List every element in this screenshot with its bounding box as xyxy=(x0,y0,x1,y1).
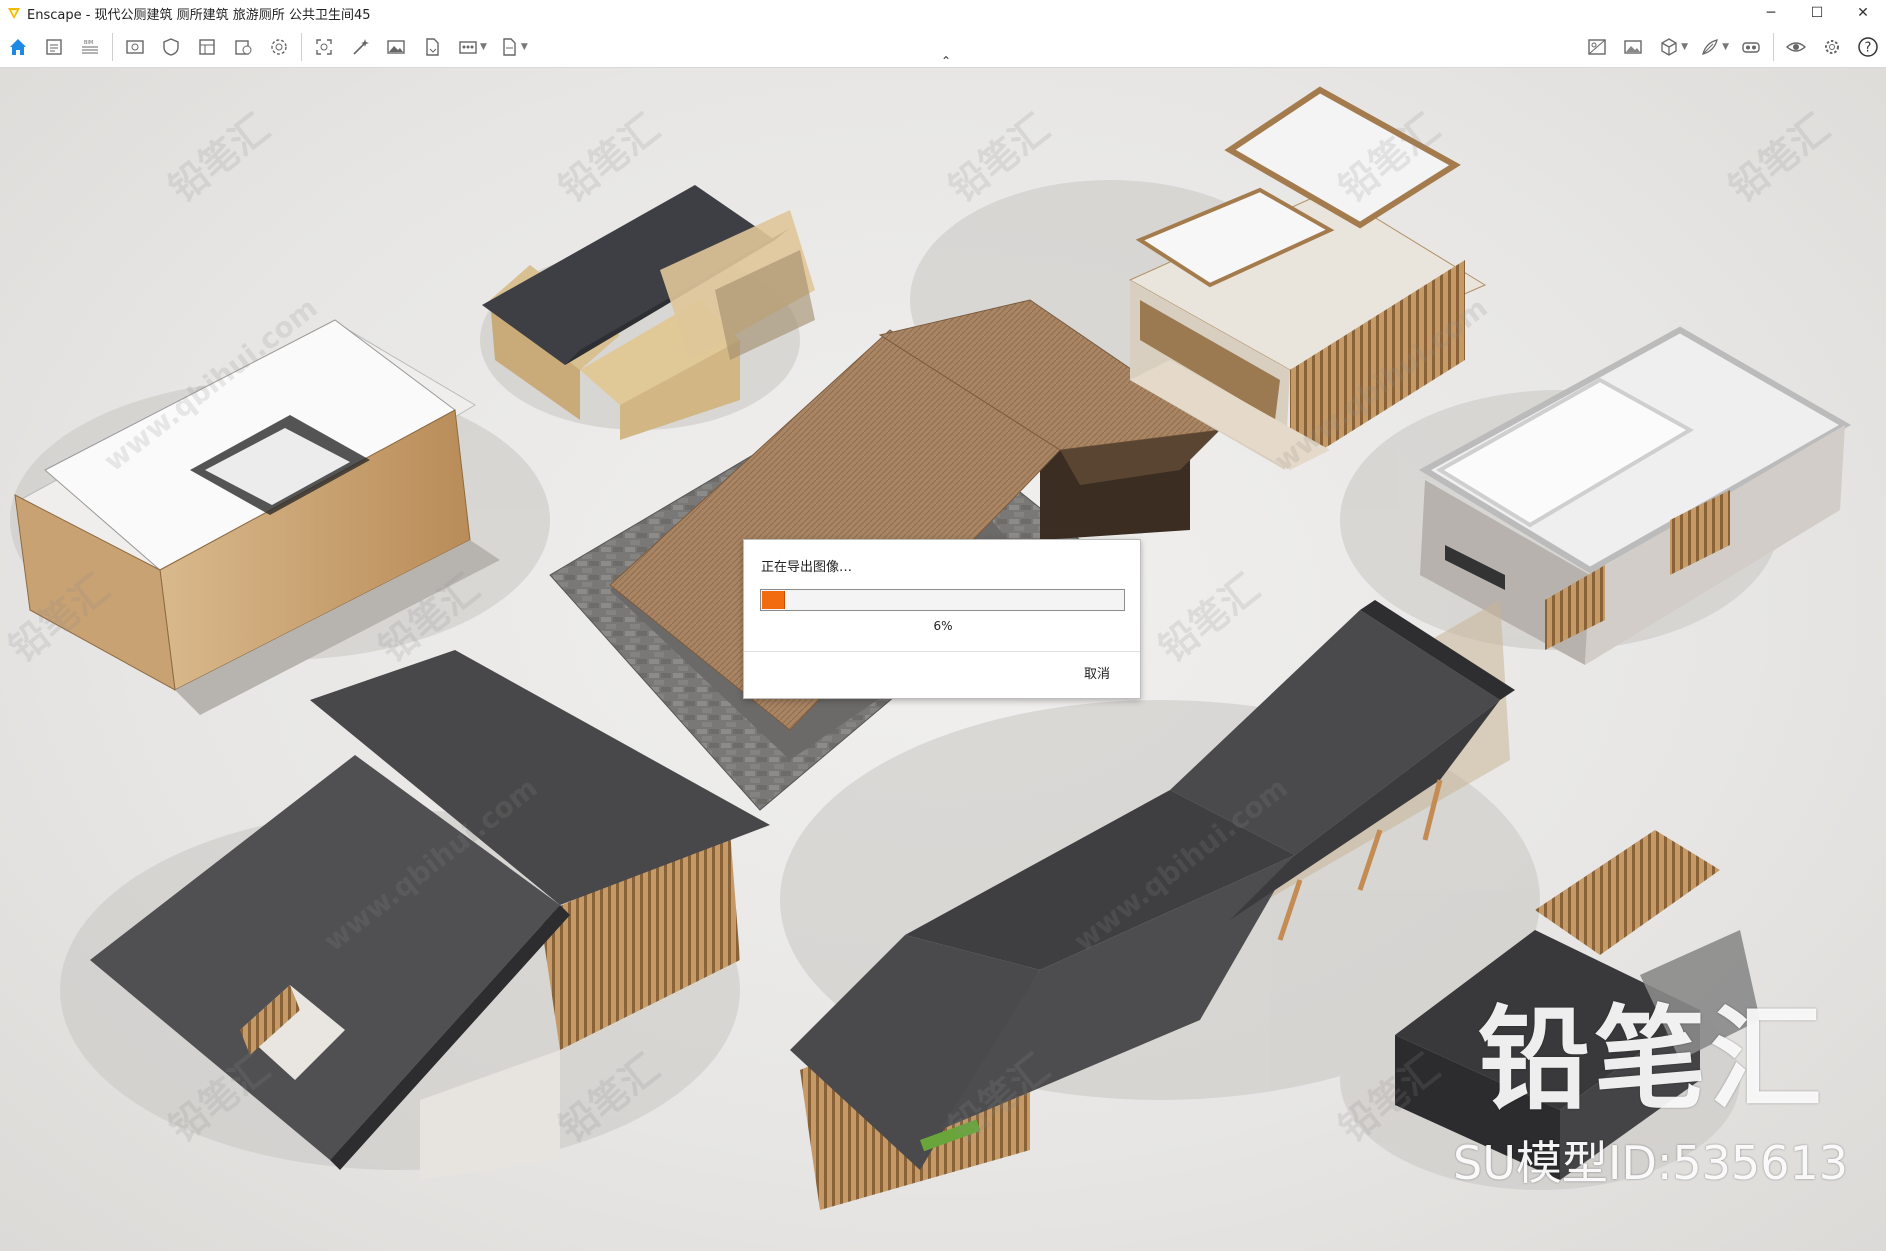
cancel-button[interactable]: 取消 xyxy=(1084,663,1110,682)
progress-bar xyxy=(760,589,1125,611)
progress-bar-fill xyxy=(762,591,785,609)
image-icon[interactable] xyxy=(378,29,414,65)
toolbar-separator xyxy=(112,33,113,61)
dialog-divider xyxy=(744,651,1140,652)
window-title: Enscape - 现代公厕建筑 厕所建筑 旅游厕所 公共卫生间45 xyxy=(27,7,371,23)
shield-icon[interactable] xyxy=(153,29,189,65)
eye-icon[interactable] xyxy=(1778,29,1814,65)
screenshot-icon[interactable] xyxy=(306,29,342,65)
image-compare-icon[interactable] xyxy=(1579,29,1615,65)
magic-wand-icon[interactable] xyxy=(342,29,378,65)
bim-icon[interactable]: BIM xyxy=(72,29,108,65)
window-controls: ─ ☐ ✕ xyxy=(1748,0,1886,26)
file-export-icon[interactable] xyxy=(414,29,450,65)
collapse-toolbar-button[interactable]: ⌃ xyxy=(936,54,956,68)
batch-render-icon[interactable] xyxy=(450,29,486,65)
book-camera-icon[interactable] xyxy=(225,29,261,65)
document-icon[interactable] xyxy=(36,29,72,65)
feather-icon[interactable] xyxy=(1692,29,1728,65)
toolbar: BIM ▼ ▼ ⌃ ▼ ▼ ? xyxy=(0,26,1886,68)
help-label: ? xyxy=(1865,41,1872,56)
toolbar-separator xyxy=(1773,33,1774,61)
export-progress-dialog: 正在导出图像… 6% 取消 xyxy=(743,539,1141,699)
maximize-button[interactable]: ☐ xyxy=(1794,0,1840,26)
layers-icon[interactable] xyxy=(189,29,225,65)
cube-icon[interactable] xyxy=(1651,29,1687,65)
svg-text:BIM: BIM xyxy=(84,40,93,46)
watermark-logo: 铅笔汇 xyxy=(1478,995,1826,1125)
toolbar-left-group: BIM ▼ ▼ xyxy=(0,26,532,68)
panorama-icon[interactable] xyxy=(491,29,527,65)
vr-headset-icon[interactable] xyxy=(1733,29,1769,65)
close-button[interactable]: ✕ xyxy=(1840,0,1886,26)
enscape-logo-icon xyxy=(7,6,21,20)
progress-percent-label: 6% xyxy=(933,619,953,633)
home-icon[interactable] xyxy=(0,29,36,65)
building-wood-facade xyxy=(14,319,500,715)
title-bar: Enscape - 现代公厕建筑 厕所建筑 旅游厕所 公共卫生间45 ─ ☐ ✕ xyxy=(0,0,1886,26)
view-icon[interactable] xyxy=(117,29,153,65)
gallery-icon[interactable] xyxy=(1615,29,1651,65)
watermark-model-id: SU模型ID:535613 xyxy=(1453,1136,1848,1190)
toolbar-right-group: ▼ ▼ ? xyxy=(1579,26,1886,68)
settings-wheel-icon[interactable] xyxy=(261,29,297,65)
toolbar-separator xyxy=(301,33,302,61)
minimize-button[interactable]: ─ xyxy=(1748,0,1794,26)
help-icon[interactable]: ? xyxy=(1850,29,1886,65)
dialog-title: 正在导出图像… xyxy=(761,560,853,575)
gear-icon[interactable] xyxy=(1814,29,1850,65)
